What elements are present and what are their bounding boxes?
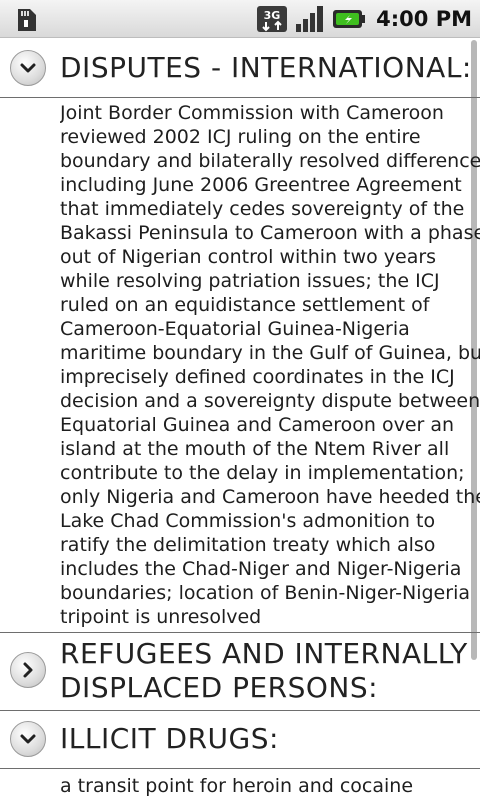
body-line: includes the Chad-Niger and Niger-Nigeri…: [60, 558, 462, 580]
body-line: reviewed 2002 ICJ ruling on the entire: [60, 126, 421, 148]
expand-toggle-drugs[interactable]: [10, 721, 46, 757]
body-line: while resolving patriation issues; the I…: [60, 270, 440, 292]
body-line: ratify the delimitation treaty which als…: [60, 534, 436, 556]
section-body-disputes: Joint Border Commission with Cameroon re…: [60, 101, 480, 629]
signal-strength-icon: [296, 6, 324, 32]
chevron-down-icon: [20, 63, 36, 73]
body-line: out of Nigerian control within two years: [60, 246, 437, 268]
body-line: tripoint is unresolved: [60, 606, 262, 628]
expand-toggle-refugees[interactable]: [10, 652, 46, 688]
divider: [0, 768, 480, 769]
section-title-disputes: DISPUTES - INTERNATIONAL:: [60, 51, 472, 84]
network-3g-icon: 3G: [257, 6, 288, 32]
section-title-drugs: ILLICIT DRUGS:: [60, 722, 279, 755]
clock: 4:00 PM: [376, 7, 472, 31]
battery-charging-icon: [333, 10, 366, 28]
body-line: Cameroon-Equatorial Guinea-Nigeria: [60, 318, 410, 340]
body-line: imprecisely defined coordinates in the I…: [60, 366, 455, 388]
body-line: ruled on an equidistance settlement of: [60, 294, 430, 316]
section-body-drugs: a transit point for heroin and cocaine: [60, 775, 414, 797]
status-bar: 3G 4:00 PM: [0, 0, 480, 38]
body-line: Joint Border Commission with Cameroon: [60, 102, 444, 124]
body-line: that immediately cedes sovereignty of th…: [60, 198, 465, 220]
chevron-down-icon: [20, 734, 36, 744]
body-line: island at the mouth of the Ntem River al…: [60, 438, 450, 460]
divider: [0, 97, 480, 98]
body-line: only Nigeria and Cameroon have heeded th…: [60, 486, 480, 508]
expand-toggle-disputes[interactable]: [10, 50, 46, 86]
section-title-refugees: REFUGEES AND INTERNALLY DISPLACED PERSON…: [60, 637, 468, 704]
body-line: Bakassi Peninsula to Cameroon with a pha…: [60, 222, 480, 244]
body-line: Equatorial Guinea and Cameroon over an: [60, 414, 455, 436]
body-line: contribute to the delay in implementatio…: [60, 462, 465, 484]
chevron-right-icon: [23, 662, 33, 678]
body-line: maritime boundary in the Gulf of Guinea,…: [60, 342, 480, 364]
body-line: including June 2006 Greentree Agreement: [60, 174, 462, 196]
body-line: Lake Chad Commission's admonition to: [60, 510, 436, 532]
network-type-label: 3G: [264, 9, 281, 22]
divider: [0, 632, 480, 633]
body-line: boundaries; location of Benin-Niger-Nige…: [60, 582, 470, 604]
sd-card-icon: [18, 9, 36, 31]
body-line: decision and a sovereignty dispute betwe…: [60, 390, 480, 412]
body-line: boundary and bilaterally resolved differ…: [60, 150, 480, 172]
divider: [0, 710, 480, 711]
